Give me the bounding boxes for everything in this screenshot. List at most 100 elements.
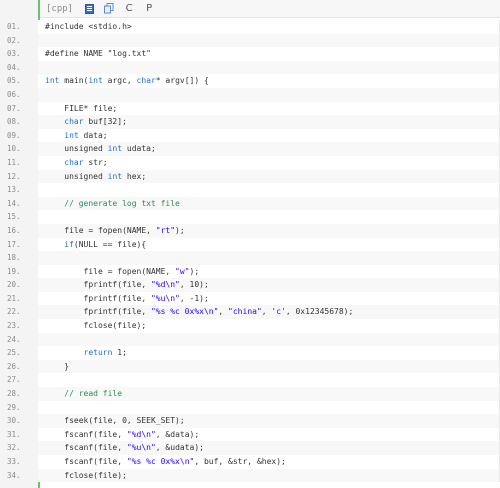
line-number: 34. (7, 470, 21, 480)
line-number: 30. (7, 416, 21, 426)
code-token: fscanf(file, (45, 429, 127, 439)
line-source: char buf[32]; (38, 115, 500, 129)
line-number: 19. (7, 266, 21, 276)
keyword-token: char (136, 76, 156, 86)
p-icon[interactable]: P (143, 3, 155, 15)
code-token: data; (78, 130, 108, 140)
line-source: fclose(file); (38, 468, 500, 483)
string-token: "%s %c 0x%x\n" (150, 307, 219, 317)
line-number: 33. (7, 457, 21, 466)
line-number: 02. (7, 35, 21, 45)
code-line: 21. fprintf(file, "%u\n", -1); (0, 291, 500, 306)
keyword-token: int (64, 130, 79, 140)
line-source: fseek(file, 0, SEEK_SET); (38, 414, 500, 428)
code-token: ); (175, 225, 185, 235)
code-line: 13. (0, 183, 500, 197)
code-token: fprintf(file, (45, 280, 151, 290)
line-number: 29. (7, 402, 21, 412)
line-number: 12. (7, 171, 21, 181)
code-line: 17. if(NULL == file){ (0, 237, 500, 252)
line-source: fprintf(file, "%d\n", 10); (38, 278, 500, 292)
code-line: 23. fclose(file); (0, 319, 500, 333)
line-source: } (38, 359, 500, 374)
code-token: hex; (122, 171, 147, 181)
code-line: 15. (0, 210, 500, 224)
string-token: "%s %c 0x%x\n" (126, 457, 195, 466)
line-number: 31. (7, 429, 21, 439)
copy-icon[interactable] (103, 3, 115, 15)
code-token: main( (59, 76, 89, 86)
string-token: "w" (175, 266, 190, 276)
line-number: 26. (7, 361, 21, 371)
code-token: unsigned (45, 144, 108, 154)
line-number: 14. (7, 198, 21, 208)
code-line: 28. // read file (0, 387, 500, 401)
code-token: file = fopen(NAME, (45, 225, 156, 235)
line-source: return 1; (38, 346, 500, 360)
line-number: 08. (7, 117, 21, 127)
line-number: 21. (7, 293, 21, 303)
line-number: 06. (7, 89, 21, 99)
c-icon[interactable]: C (123, 3, 135, 15)
line-source: fscanf(file, "%d\n", &data); (38, 427, 500, 442)
code-token: , -1); (179, 293, 209, 303)
code-token: fscanf(file, (45, 457, 127, 466)
line-source (38, 332, 500, 347)
line-number: 27. (7, 375, 21, 385)
code-token: } (45, 361, 70, 371)
keyword-token: return (83, 348, 113, 358)
code-line: 14. // generate log txt file (0, 196, 500, 211)
code-line: 10. unsigned int udata; (0, 142, 500, 156)
line-source (38, 60, 500, 75)
code-token: 1; (112, 348, 127, 358)
view-source-icon[interactable] (83, 3, 95, 15)
line-number: 01. (7, 22, 21, 31)
code-line: 08. char buf[32]; (0, 115, 500, 129)
code-line: 34. fclose(file); (0, 468, 500, 483)
line-source: int data; (38, 128, 500, 143)
code-line: 30. fseek(file, 0, SEEK_SET); (0, 414, 500, 428)
line-number: 22. (7, 307, 21, 317)
line-source: fprintf(file, "%s %c 0x%x\n", "china", '… (38, 305, 500, 320)
code-line: 29. (0, 400, 500, 415)
line-source (38, 251, 500, 265)
code-token: , &data); (155, 429, 200, 439)
line-source (38, 33, 500, 48)
code-line: 09. int data; (0, 128, 500, 143)
string-token: "china" (228, 307, 262, 317)
line-source: char str; (38, 155, 500, 170)
line-source: fscanf(file, "%s %c 0x%x\n", buf, &str, … (38, 455, 500, 469)
code-token: , 0x12345678); (285, 307, 354, 317)
line-source: file = fopen(NAME, "w"); (38, 264, 500, 279)
code-token: fprintf(file, (45, 293, 151, 303)
code-token: fclose(file); (45, 470, 127, 480)
line-number: 32. (7, 443, 21, 453)
code-token: file = fopen(NAME, (45, 266, 176, 276)
p-icon-glyph: P (146, 3, 153, 14)
line-source (38, 400, 500, 415)
code-line: 31. fscanf(file, "%d\n", &data); (0, 427, 500, 442)
line-source: #define NAME "log.txt" (38, 47, 500, 61)
comment-token: // generate log txt file (45, 198, 180, 208)
code-token: fscanf(file, (45, 443, 127, 453)
code-token: ); (189, 266, 200, 276)
line-source: file = fopen(NAME, "rt"); (38, 223, 500, 238)
code-line: 19. file = fopen(NAME, "w"); (0, 264, 500, 279)
line-number: 11. (7, 157, 21, 167)
line-source (38, 183, 500, 197)
line-number: 20. (7, 280, 21, 290)
line-source: fprintf(file, "%u\n", -1); (38, 291, 500, 306)
line-number: 18. (7, 253, 21, 263)
comment-token: // read file (45, 389, 123, 399)
line-source: unsigned int udata; (38, 142, 500, 156)
code-line: 03. #define NAME "log.txt" (0, 47, 500, 61)
keyword-token: int (107, 171, 123, 181)
string-token: "rt" (155, 225, 176, 235)
code-token: FILE* file; (45, 103, 118, 113)
line-source: int main(int argc, char* argv[]) { (38, 74, 500, 88)
line-number: 13. (7, 185, 21, 195)
line-source (38, 373, 500, 388)
code-line: 26. } (0, 359, 500, 374)
